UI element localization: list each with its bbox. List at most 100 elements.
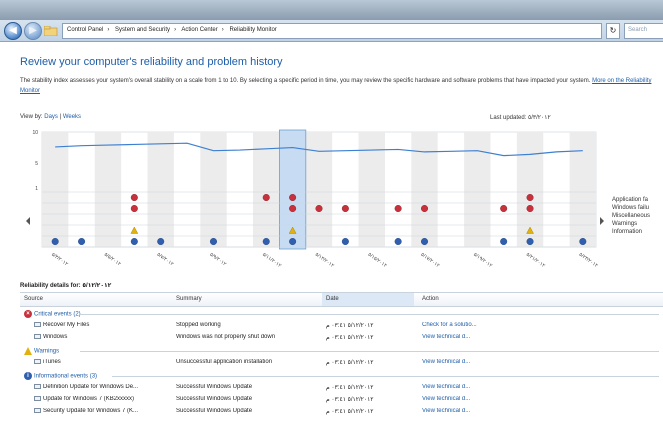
view-by-label: View by: (20, 114, 43, 120)
y-tick-label: 5 (35, 161, 38, 167)
reliability-chart[interactable]: 10 5 1 ٥/٣/٢٠١٢ ٥/٥/٢٠١٢ ٥/٧/٢٠١٢ ٥/٩/٢٠١٢ ٥/١١… (20, 126, 610, 288)
cell-action-link[interactable]: View technical d... (422, 408, 470, 414)
info-icon: i (24, 372, 32, 380)
info-icon (500, 237, 508, 245)
chevron-right-icon: › (221, 27, 224, 33)
breadcrumb-reliability-monitor[interactable]: Reliability Monitor (229, 27, 276, 33)
navigation-bar: ◀ ▶ Control Panel › System and Security › … (0, 20, 663, 42)
search-input[interactable]: Search (624, 23, 663, 39)
reliability-details-table: Source Summary Date Action × Critical eve… (20, 292, 663, 439)
info-icon (51, 237, 59, 245)
cell-date: ٥/١٢/٢٠١٢ ٠٣:٤١ م (326, 409, 374, 415)
cell-date: ٥/١٢/٢٠١٢ ٠٣:٤١ م (326, 323, 374, 329)
x-tick-label: ٥/٧/٢٠١٢ (156, 252, 175, 268)
cell-summary: Successful Windows Update (176, 396, 253, 402)
critical-icon (262, 193, 270, 201)
column-date[interactable]: Date (322, 293, 414, 306)
table-row[interactable]: Windows Windows was not properly shut do… (20, 332, 663, 344)
cell-action-link[interactable]: View technical d... (422, 384, 470, 390)
view-by-days-link[interactable]: Days (44, 114, 58, 120)
cell-date: ٥/١٢/٢٠١٢ ٠٣:٤١ م (326, 385, 374, 391)
x-tick-label: ٥/١١/٢٠١٢ (261, 252, 282, 269)
description-text: The stability index assesses your system… (20, 78, 591, 84)
critical-icon (315, 204, 323, 212)
info-icon (289, 237, 297, 245)
back-button[interactable]: ◀ (4, 22, 22, 40)
critical-icon (289, 204, 297, 212)
group-informational-events[interactable]: i Informational events (3) (20, 369, 663, 382)
cell-action-link[interactable]: View technical d... (422, 334, 470, 340)
chevron-right-icon: › (107, 27, 110, 33)
app-icon (34, 384, 41, 389)
table-row[interactable]: iTunes Unsuccessful application installa… (20, 357, 663, 369)
critical-icon (130, 204, 138, 212)
critical-icon (526, 193, 534, 201)
x-tick-label: ٥/٢٣/٢٠١٢ (578, 252, 599, 269)
table-row[interactable]: Recover My Files Stopped working ٥/١٢/٢٠… (20, 320, 663, 332)
table-row[interactable]: Update for Windows 7 (KB2xxxxx) Successf… (20, 394, 663, 406)
folder-icon (43, 25, 58, 37)
table-row[interactable]: Definition Update for Windows De... Succ… (20, 382, 663, 394)
x-tick-label: ٥/١٩/٢٠١٢ (472, 252, 493, 269)
breadcrumb-control-panel[interactable]: Control Panel (67, 27, 103, 33)
x-tick-label: ٥/٩/٢٠١٢ (208, 252, 227, 268)
critical-icon (341, 204, 349, 212)
column-shade (569, 132, 596, 247)
last-updated-text: Last updated: ٥/٣/٢٠١٢ (490, 115, 551, 121)
info-icon (421, 237, 429, 245)
view-by: View by: Days | Weeks (20, 114, 82, 120)
group-label: Informational events (3) (34, 373, 98, 380)
cell-summary: Successful Windows Update (176, 384, 253, 390)
cell-source: Update for Windows 7 (KB2xxxxx) (43, 396, 135, 403)
column-action[interactable]: Action (422, 296, 439, 302)
info-icon (157, 237, 165, 245)
breadcrumb-action-center[interactable]: Action Center (181, 27, 217, 33)
info-icon (209, 237, 217, 245)
critical-icon (289, 193, 297, 201)
cell-action-link[interactable]: View technical d... (422, 396, 470, 402)
info-icon (394, 237, 402, 245)
cell-summary: Successful Windows Update (176, 408, 253, 414)
view-by-weeks-link[interactable]: Weeks (63, 114, 81, 120)
cell-action-link[interactable]: Check for a solutio... (422, 322, 477, 328)
column-shade (305, 132, 333, 247)
cell-source: Recover My Files (43, 322, 90, 329)
group-label: Critical events (2) (34, 311, 81, 318)
page-title: Review your computer's reliability and p… (20, 56, 283, 68)
column-summary[interactable]: Summary (176, 296, 202, 302)
app-icon (34, 322, 41, 327)
cell-action-link[interactable]: View technical d... (422, 359, 470, 365)
critical-icon (526, 204, 534, 212)
app-icon (34, 334, 41, 339)
group-warnings[interactable]: Warnings (20, 344, 663, 357)
group-critical-events[interactable]: × Critical events (2) (20, 307, 663, 320)
x-tick-label: ٥/٣/٢٠١٢ (50, 252, 69, 268)
info-icon (130, 237, 138, 245)
refresh-button[interactable]: ↻ (606, 23, 620, 39)
cell-source: Windows (43, 334, 68, 341)
cell-date: ٥/١٢/٢٠١٢ ٠٣:٤١ م (326, 397, 374, 403)
x-tick-label: ٥/١٣/٢٠١٢ (314, 252, 335, 269)
info-icon (78, 237, 86, 245)
column-shade (411, 132, 438, 247)
address-bar[interactable]: Control Panel › System and Security › Acti… (62, 23, 602, 39)
info-icon (262, 237, 270, 245)
column-source[interactable]: Source (24, 296, 43, 302)
legend-warnings: Warnings (612, 221, 638, 227)
cell-date: ٥/١٢/٢٠١٢ ٠٣:٤١ م (326, 335, 374, 341)
critical-icon (421, 204, 429, 212)
y-tick-label: 1 (35, 186, 38, 192)
reliability-details-title: Reliability details for: ٥/١٢/٢٠١٢ (20, 283, 112, 289)
cell-source: Definition Update for Windows De... (43, 384, 139, 391)
x-tick-label: ٥/٥/٢٠١٢ (103, 252, 122, 268)
x-tick-label: ٥/١٥/٢٠١٢ (367, 252, 388, 269)
app-icon (34, 359, 41, 364)
cell-summary: Unsuccessful application installation (176, 359, 273, 365)
breadcrumb-system-security[interactable]: System and Security (115, 27, 170, 33)
legend-windows-failures: Windows failu (612, 205, 650, 211)
table-row[interactable]: Security Update for Windows 7 (K... Succ… (20, 406, 663, 418)
forward-button[interactable]: ▶ (24, 22, 42, 40)
page-description: The stability index assesses your system… (20, 76, 660, 96)
chevron-right-icon: › (174, 27, 177, 33)
app-icon (34, 396, 41, 401)
